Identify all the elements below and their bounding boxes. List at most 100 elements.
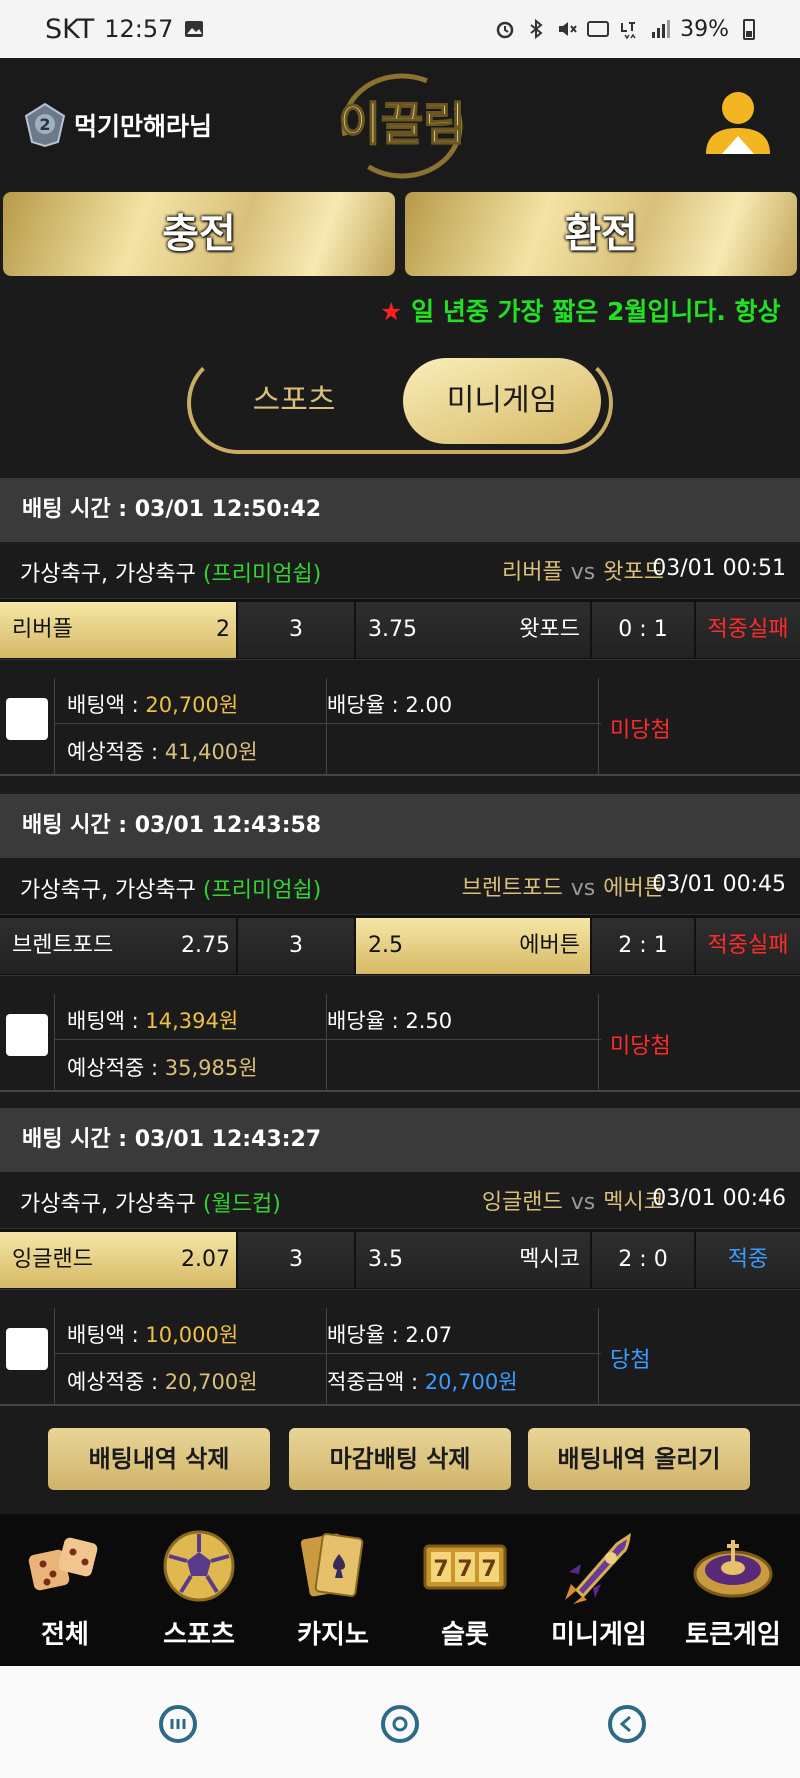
charge-button[interactable]: 충전: [3, 192, 395, 276]
dice-icon: [28, 1537, 98, 1591]
result-cell: 적중: [696, 1232, 800, 1288]
home-odds-cell[interactable]: 브렌트포드 2.75: [0, 918, 236, 974]
bet-amount: 배팅액 : 10,000원: [67, 1323, 239, 1347]
back-icon[interactable]: [607, 1704, 647, 1744]
result-label: 적중: [727, 1247, 769, 1272]
home-odds: 2.75: [181, 933, 230, 958]
score: 2 : 0: [618, 1247, 668, 1272]
nav-label: 카지노: [297, 1620, 369, 1650]
match-teams: 브렌트포드 vs 에버튼: [462, 870, 664, 902]
recents-icon[interactable]: [158, 1704, 198, 1744]
expected-win: 예상적중 : 35,985원: [67, 1056, 258, 1080]
svg-text:이끌림: 이끌림: [339, 97, 466, 151]
bet-detail: 배팅액 : 20,700원 배당율 : 2.00 예상적중 : 41,400원 …: [0, 660, 800, 776]
soccer-ball-icon: [163, 1530, 235, 1602]
delete-closed-button[interactable]: 마감배팅 삭제: [289, 1428, 511, 1490]
bet-status: 미당첨: [610, 1034, 671, 1059]
game-time: 03/01 00:46: [652, 1186, 786, 1211]
nav-slot[interactable]: 7 7 7 슬롯: [400, 1526, 530, 1651]
bet-card: 배팅 시간 : 03/01 12:50:42 가상축구, 가상축구 (프리미엄쉽…: [0, 478, 800, 776]
app-header: 2 먹기만해라님 이끌림: [0, 58, 800, 188]
league: 가상축구, 가상축구 (프리미엄쉽): [20, 872, 321, 904]
user-info[interactable]: 2 먹기만해라님: [22, 102, 212, 148]
away-odds: 2.5: [368, 933, 403, 958]
expected-win: 예상적중 : 20,700원: [67, 1370, 258, 1394]
bet-checkbox[interactable]: [6, 698, 48, 740]
odds-row: 브렌트포드 2.75 3 2.5 에버튼 2 : 1 적중실패: [0, 914, 800, 976]
svg-text:7: 7: [433, 1557, 448, 1582]
system-nav-bar: [0, 1666, 800, 1778]
bet-checkbox[interactable]: [6, 1328, 48, 1370]
home-team: 리버플: [12, 617, 73, 642]
notice-ticker: ★ 일 년중 가장 짧은 2월입니다. 항상: [380, 292, 800, 332]
bluetooth-icon: [530, 18, 543, 40]
draw-odds-cell[interactable]: 3: [238, 1232, 354, 1288]
home-team: 잉글랜드: [481, 1190, 563, 1215]
svg-text:2: 2: [39, 115, 50, 134]
star-icon: ★: [380, 297, 403, 326]
nav-label: 슬롯: [441, 1620, 489, 1650]
league-tag: (월드컵): [202, 1192, 281, 1217]
bottom-nav: 전체 스포츠 카지노 7 7 7 슬롯 미니게임 토큰게임: [0, 1514, 800, 1666]
home-icon[interactable]: [380, 1704, 420, 1744]
away-odds-cell[interactable]: 3.5 멕시코: [356, 1232, 590, 1288]
detail-grid: 배팅액 : 10,000원 배당율 : 2.07 예상적중 : 20,700원 …: [54, 1308, 601, 1404]
bet-amount: 배팅액 : 14,394원: [67, 1009, 239, 1033]
bet-detail: 배팅액 : 14,394원 배당율 : 2.50 예상적중 : 35,985원 …: [0, 976, 800, 1092]
tab-minigame[interactable]: 미니게임: [403, 358, 601, 444]
nav-label: 토큰게임: [685, 1620, 781, 1650]
notice-text: 일 년중 가장 짧은 2월입니다. 항상: [402, 297, 781, 326]
league-name: 가상축구, 가상축구: [20, 562, 203, 587]
nav-token-game[interactable]: 토큰게임: [668, 1526, 798, 1651]
odds-rate: 배당율 : 2.00: [327, 693, 453, 717]
away-odds-cell[interactable]: 2.5 에버튼: [356, 918, 590, 974]
rocket-icon: [565, 1532, 631, 1604]
battery-percent: 39%: [680, 16, 729, 42]
vs-label: vs: [570, 1190, 596, 1215]
game-line: 가상축구, 가상축구 (월드컵) 잉글랜드 vs 멕시코 03/01 00:46: [0, 1172, 800, 1228]
result-cell: 적중실패: [696, 918, 800, 974]
result-cell: 적중실패: [696, 602, 800, 658]
nav-casino[interactable]: 카지노: [268, 1526, 398, 1651]
gallery-icon: [185, 21, 204, 37]
draw-odds-cell[interactable]: 3: [238, 602, 354, 658]
tab-sports[interactable]: 스포츠: [209, 358, 379, 444]
nav-all[interactable]: 전체: [0, 1526, 130, 1651]
league-name: 가상축구, 가상축구: [20, 878, 203, 903]
vs-label: vs: [570, 876, 596, 901]
home-odds-cell[interactable]: 잉글랜드 2.07: [0, 1232, 236, 1288]
upload-history-button[interactable]: 배팅내역 올리기: [528, 1428, 750, 1490]
nav-sports[interactable]: 스포츠: [134, 1526, 264, 1651]
home-odds-cell[interactable]: 리버플 2: [0, 602, 236, 658]
win-amount: 적중금액 : 20,700원: [327, 1370, 518, 1394]
action-bar: 배팅내역 삭제 마감배팅 삭제 배팅내역 올리기: [0, 1410, 800, 1514]
svg-text:7: 7: [481, 1557, 496, 1582]
site-logo[interactable]: 이끌림: [322, 64, 482, 182]
draw-odds: 3: [289, 933, 303, 958]
away-odds-cell[interactable]: 3.75 왓포드: [356, 602, 590, 658]
bet-amount: 배팅액 : 20,700원: [67, 693, 239, 717]
status-bar: SKT 12:57 39%: [0, 0, 800, 58]
bet-time: 배팅 시간 : 03/01 12:43:58: [0, 794, 800, 858]
draw-odds: 3: [289, 1247, 303, 1272]
money-buttons: 충전 환전: [0, 190, 800, 278]
slot-777-icon: 7 7 7: [423, 1544, 507, 1590]
profile-icon[interactable]: [700, 88, 776, 158]
away-team: 에버튼: [519, 933, 580, 958]
away-team: 멕시코: [519, 1247, 580, 1272]
bet-checkbox[interactable]: [6, 1014, 48, 1056]
expected-win: 예상적중 : 41,400원: [67, 740, 258, 764]
bet-detail: 배팅액 : 10,000원 배당율 : 2.07 예상적중 : 20,700원 …: [0, 1290, 800, 1406]
league-tag: (프리미엄쉽): [202, 562, 322, 587]
match-teams: 잉글랜드 vs 멕시코: [482, 1184, 664, 1216]
battery-icon: [743, 19, 755, 40]
result-label: 적중실패: [707, 933, 789, 958]
roulette-icon: [693, 1540, 773, 1598]
home-odds: 2: [216, 617, 230, 642]
home-team: 브렌트포드: [12, 933, 114, 958]
nav-minigame[interactable]: 미니게임: [534, 1526, 664, 1651]
delete-history-button[interactable]: 배팅내역 삭제: [48, 1428, 270, 1490]
bet-time: 배팅 시간 : 03/01 12:43:27: [0, 1108, 800, 1172]
exchange-button[interactable]: 환전: [405, 192, 797, 276]
draw-odds-cell[interactable]: 3: [238, 918, 354, 974]
